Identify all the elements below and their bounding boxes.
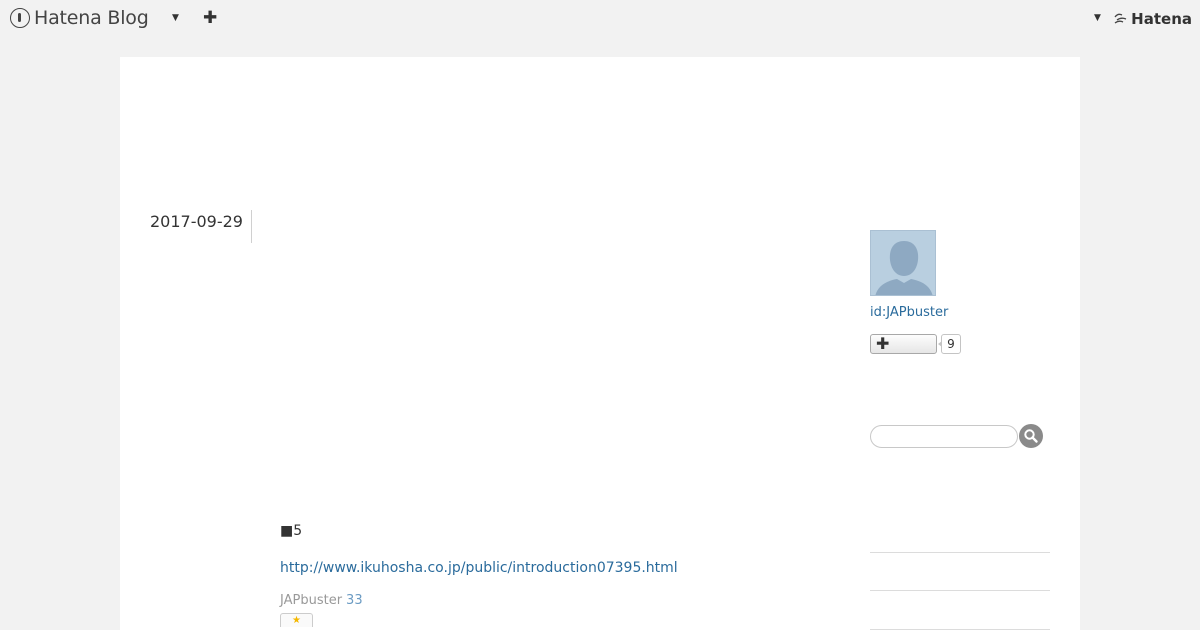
hatena-blog-logo-icon bbox=[10, 8, 30, 28]
star-icon: ★ bbox=[292, 615, 301, 626]
entry-heading: ■5 bbox=[280, 523, 303, 539]
profile-id-link[interactable]: id:JAPbuster bbox=[870, 304, 1050, 322]
search-module bbox=[870, 424, 1050, 448]
search-button[interactable] bbox=[1019, 424, 1043, 448]
brand-label: Hatena Blog bbox=[34, 7, 149, 29]
new-post-plus-icon[interactable]: ✚ bbox=[203, 9, 217, 27]
entry-meta: JAPbuster 33 bbox=[280, 593, 840, 609]
entry-author[interactable]: JAPbuster bbox=[280, 593, 342, 608]
follow-button[interactable]: ✚ bbox=[870, 334, 937, 354]
hatena-label: Hatena bbox=[1131, 10, 1192, 28]
plus-icon: ✚ bbox=[876, 334, 890, 353]
avatar[interactable] bbox=[870, 230, 936, 296]
follower-count: 9 bbox=[938, 334, 961, 354]
search-icon bbox=[1024, 429, 1038, 443]
search-input[interactable] bbox=[870, 424, 1018, 448]
sidebar: id:JAPbuster ✚ 9 bbox=[870, 230, 1050, 448]
entry-body: ■5 http://www.ikuhosha.co.jp/public/intr… bbox=[280, 522, 840, 627]
account-menu-caret-down-icon[interactable]: ▼ bbox=[1094, 12, 1101, 24]
hatena-blog-brand[interactable]: Hatena Blog bbox=[10, 7, 149, 29]
hatena-brand-link[interactable]: Hatena bbox=[1114, 10, 1192, 28]
hatena-mark-icon bbox=[1114, 13, 1127, 24]
entry-external-link[interactable]: http://www.ikuhosha.co.jp/public/introdu… bbox=[280, 559, 840, 577]
sidebar-divider bbox=[870, 590, 1050, 591]
entry-date[interactable]: 2017-09-29 bbox=[150, 210, 252, 243]
global-header: Hatena Blog ▼ ✚ ▼ Hatena bbox=[0, 0, 1200, 38]
sidebar-divider bbox=[870, 552, 1050, 553]
add-star-button[interactable]: ★ bbox=[280, 613, 313, 627]
star-count[interactable]: 33 bbox=[346, 593, 363, 608]
default-user-avatar-icon bbox=[871, 231, 935, 295]
follow-widget: ✚ 9 bbox=[870, 334, 1050, 354]
brand-menu-caret-down-icon[interactable]: ▼ bbox=[172, 12, 179, 24]
blog-content-area: 2017-09-29 ■5 http://www.ikuhosha.co.jp/… bbox=[120, 57, 1080, 630]
